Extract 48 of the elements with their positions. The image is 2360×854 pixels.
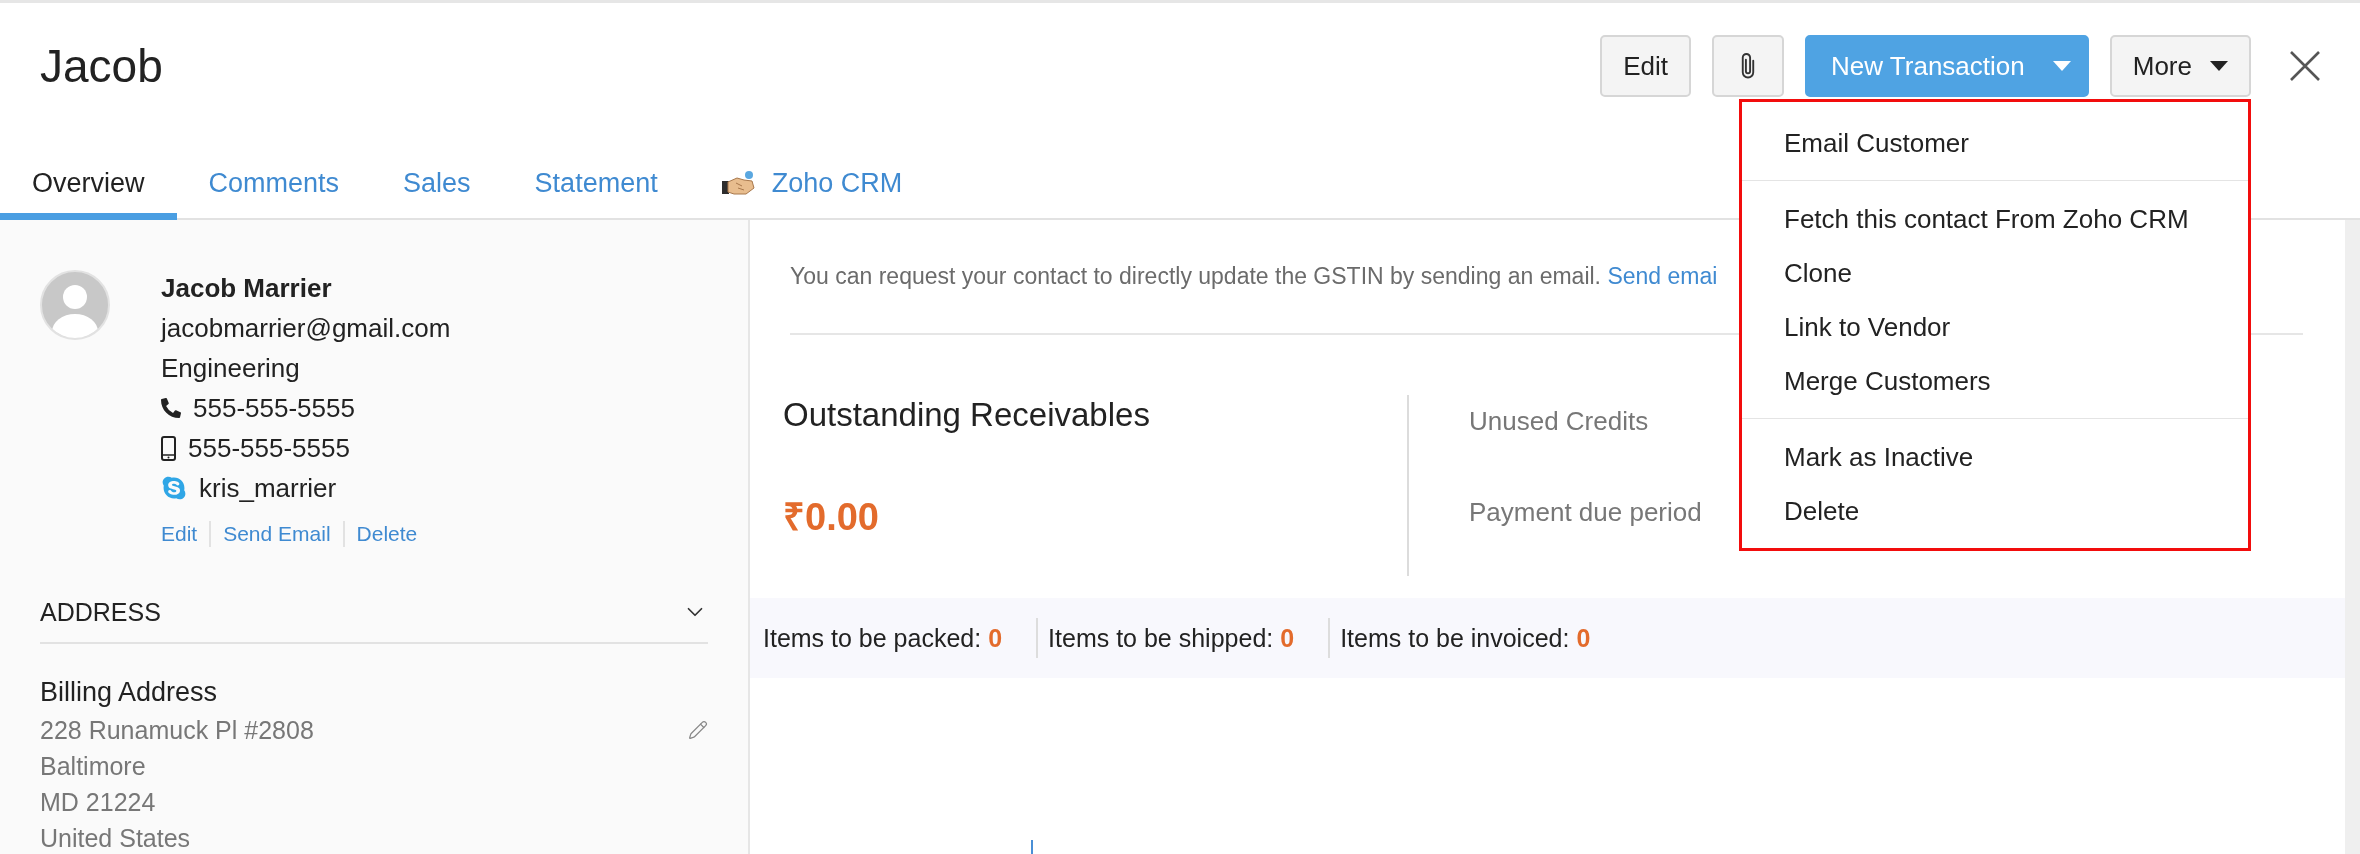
- menu-item[interactable]: Delete: [1742, 484, 2248, 538]
- notice-text: You can request your contact to directly update the GSTIN by sending an email. Send emai: [790, 262, 1718, 291]
- phone-number: 555-555-5555: [193, 392, 355, 425]
- caret-icon: [2052, 61, 2071, 71]
- address-line: United States: [40, 823, 192, 854]
- pencil-icon[interactable]: [688, 720, 708, 740]
- address-line: Baltimore: [40, 751, 147, 782]
- menu-item[interactable]: Clone: [1742, 246, 2248, 300]
- contact-email: jacobmarrier@gmail.com: [161, 312, 451, 345]
- count-text: Items to be shipped: 0: [1036, 618, 1329, 658]
- billing-address-title: Billing Address: [40, 676, 219, 709]
- caret-icon: [2210, 61, 2228, 71]
- tab[interactable]: Sales: [371, 150, 503, 220]
- detail-label: Unused Credits: [1469, 405, 1649, 438]
- tab[interactable]: Zoho CRM: [689, 150, 935, 220]
- menu-item[interactable]: Email Customer: [1742, 116, 2248, 170]
- receivables-label: Outstanding Receivables: [783, 395, 1150, 435]
- phone-icon: [161, 398, 181, 418]
- attach-button[interactable]: [1712, 35, 1785, 97]
- close-button[interactable]: [2290, 51, 2320, 81]
- scrollbar-track[interactable]: [2345, 220, 2360, 854]
- edit-button[interactable]: Edit: [1600, 35, 1692, 97]
- send-email-link[interactable]: Send emai: [1607, 263, 1718, 289]
- more-button[interactable]: More: [2109, 35, 2251, 97]
- paperclip-icon: [1741, 53, 1756, 79]
- chat-username: kris_marrier: [199, 472, 337, 505]
- smartphone-icon: [161, 435, 176, 461]
- mobile-number: 555-555-5555: [188, 432, 350, 465]
- count-text: Items to be invoiced: 0: [1328, 618, 1625, 658]
- menu-item[interactable]: Fetch this contact From Zoho CRM: [1742, 192, 2248, 246]
- avatar-icon: [40, 270, 110, 340]
- contact-title: Jacob: [40, 39, 163, 94]
- chart-axis-tick: [1031, 840, 1033, 854]
- tab[interactable]: Statement: [502, 150, 690, 220]
- receivables-amount: ₹0.00: [783, 495, 879, 539]
- contact-name: Jacob Marrier: [161, 272, 333, 305]
- tab[interactable]: Comments: [176, 150, 372, 220]
- s-badge-icon: [161, 475, 187, 501]
- close-icon: [2290, 51, 2320, 81]
- address-section-toggle[interactable]: ADDRESS: [40, 590, 708, 644]
- count-text: Items to be packed: 0: [763, 622, 1004, 654]
- menu-item[interactable]: Link to Vendor: [1742, 300, 2248, 354]
- contact-department: Engineering: [161, 352, 301, 385]
- menu-item[interactable]: Merge Customers: [1742, 354, 2248, 408]
- menu-item[interactable]: Mark as Inactive: [1742, 430, 2248, 484]
- address-line: MD 21224: [40, 787, 157, 818]
- address-line: 228 Runamuck Pl #2808: [40, 715, 314, 746]
- detail-label: Payment due period: [1469, 496, 1702, 529]
